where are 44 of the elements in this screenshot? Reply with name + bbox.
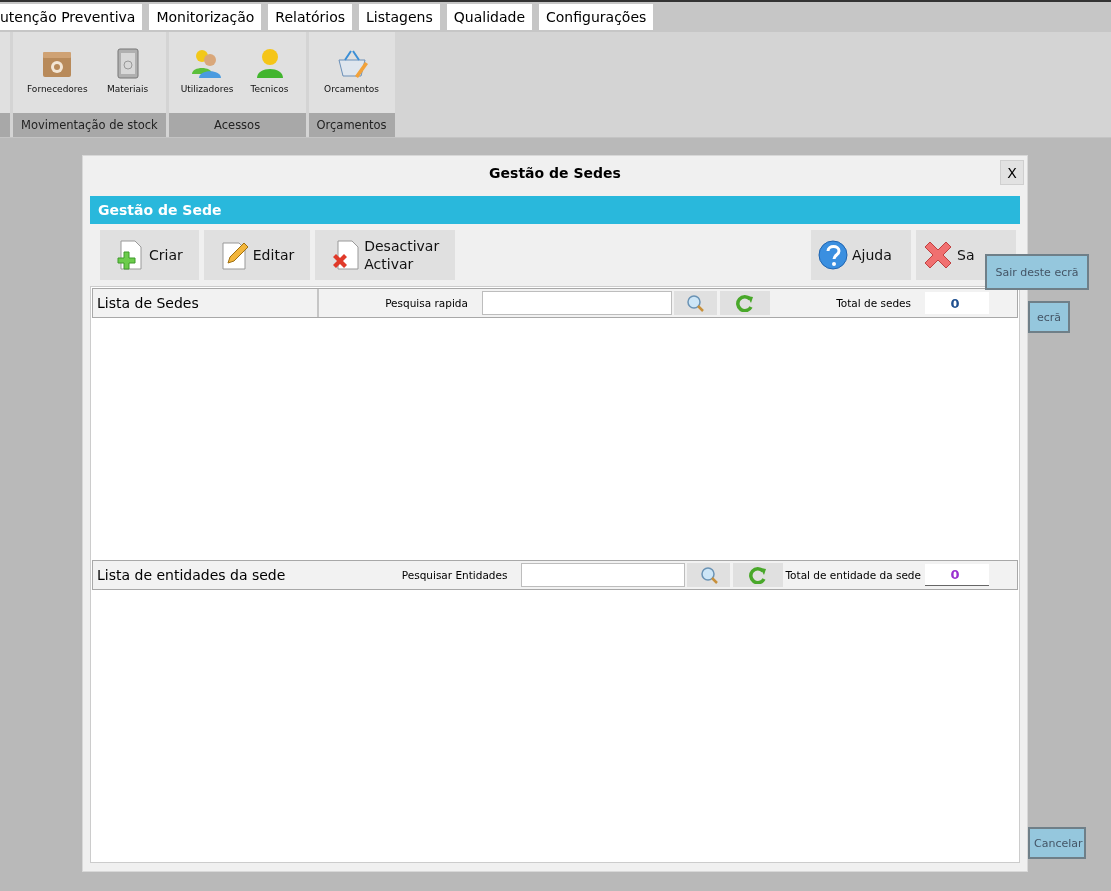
total-label: Total de sedes xyxy=(836,297,911,309)
tooltip: Sair deste ecrã xyxy=(985,254,1089,290)
section-header: Gestão de Sede xyxy=(90,196,1020,224)
toolbar-button[interactable]: Criar xyxy=(100,230,199,280)
close-button[interactable]: X xyxy=(1000,160,1024,185)
list-title: Lista de Sedes xyxy=(93,289,319,317)
refresh-icon xyxy=(749,566,768,584)
ribbon-button[interactable]: Materiais xyxy=(97,32,158,113)
menu-tab[interactable]: Listagens xyxy=(359,4,440,30)
menu-tab[interactable]: Monitorização xyxy=(149,4,262,30)
search-field[interactable] xyxy=(481,291,672,315)
ribbon-group-label: Acessos xyxy=(168,113,306,137)
toolbar-button[interactable]: Ajuda xyxy=(811,230,911,280)
refresh-icon xyxy=(735,294,754,312)
total-count: 0 xyxy=(925,292,989,314)
search-label: Pesquisa rapida xyxy=(385,297,468,309)
search-button[interactable] xyxy=(687,563,731,587)
ribbon-button[interactable]: Tecnicos xyxy=(239,32,300,113)
ribbon-group-label: Movimentação de stock xyxy=(13,113,166,137)
ribbon-button[interactable]: Fornecedores xyxy=(21,32,94,113)
help-icon xyxy=(817,239,849,271)
background-button[interactable]: ecrã xyxy=(1028,301,1070,333)
search-field[interactable] xyxy=(521,563,686,587)
refresh-button[interactable] xyxy=(733,563,784,587)
ribbon-group-label: Orçamentos xyxy=(308,113,395,137)
background-button[interactable]: Cancelar xyxy=(1028,827,1086,859)
menu-tab[interactable]: Qualidade xyxy=(446,4,532,30)
ribbon-button[interactable]: Orcamentos xyxy=(318,32,385,113)
ribbon-button[interactable]: Utilizadores xyxy=(174,32,240,113)
total-label: Total de entidade da sede xyxy=(785,569,921,581)
search-label: Pesquisar Entidades xyxy=(401,569,508,581)
total-count: 0 xyxy=(925,564,989,586)
menu-tab[interactable]: utenção Preventiva xyxy=(0,4,143,30)
list-title: Lista de entidades da sede xyxy=(96,566,287,585)
toolbar-button[interactable]: Editar xyxy=(203,230,311,280)
refresh-button[interactable] xyxy=(719,291,770,315)
close-icon xyxy=(922,239,954,271)
toolbar-button[interactable]: Desactivar Activar xyxy=(315,230,456,280)
search-icon xyxy=(686,294,705,312)
search-button[interactable] xyxy=(673,291,717,315)
search-icon xyxy=(699,566,718,584)
menu-tab[interactable]: Configurações xyxy=(539,4,654,30)
menu-tab[interactable]: Relatórios xyxy=(268,4,353,30)
dialog-title: Gestão de Sedes xyxy=(489,165,621,181)
